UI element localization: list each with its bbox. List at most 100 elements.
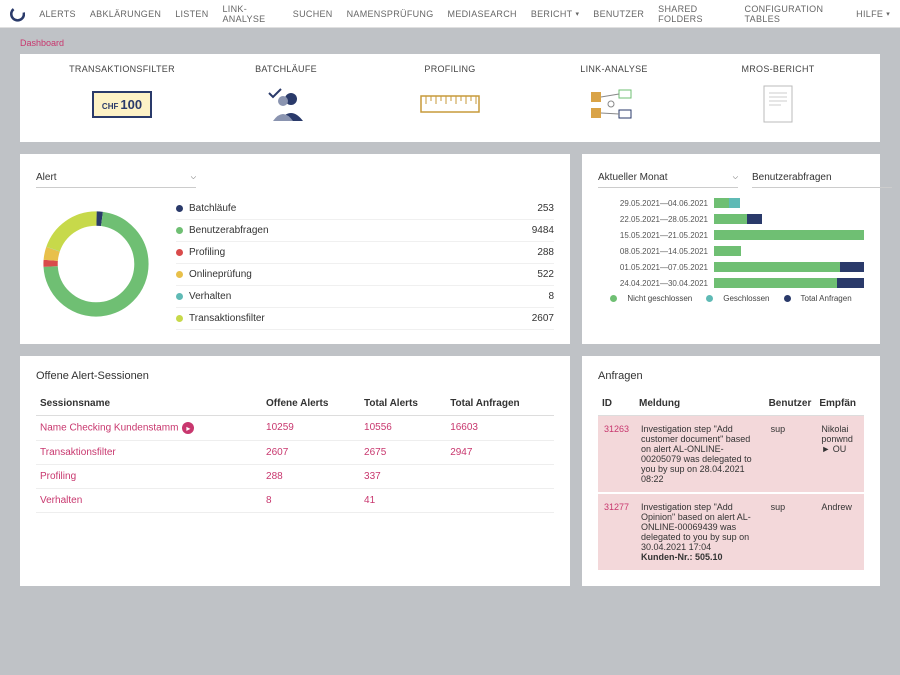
hbar-label: 01.05.2021—07.05.2021 <box>598 263 708 272</box>
nav-item[interactable]: SUCHEN <box>293 4 333 24</box>
nav-item[interactable]: SHARED FOLDERS <box>658 4 730 24</box>
session-name-link[interactable]: Verhalten <box>36 489 262 513</box>
legend-dot-icon <box>784 295 791 302</box>
tile[interactable]: MROS-BERICHT <box>703 64 853 124</box>
legend-dot-icon <box>176 205 183 212</box>
table-cell[interactable] <box>446 489 554 513</box>
tile[interactable]: LINK-ANALYSE <box>539 64 689 124</box>
anfragen-row[interactable]: 31263Investigation step "Add customer do… <box>598 416 864 494</box>
hbar-segment <box>714 278 837 288</box>
chevron-down-icon: ▾ <box>575 10 579 18</box>
diagram-icon <box>539 84 689 124</box>
nav-item[interactable]: CONFIGURATION TABLES <box>745 4 843 24</box>
legend-dot-icon <box>176 293 183 300</box>
legend-dot-icon <box>176 249 183 256</box>
nav-item[interactable]: LINK-ANALYSE <box>223 4 279 24</box>
tile-label: LINK-ANALYSE <box>539 64 689 74</box>
tile[interactable]: PROFILING <box>375 64 525 124</box>
chevron-down-icon: ⌵ <box>733 174 738 182</box>
nav-item[interactable]: ABKLÄRUNGEN <box>90 4 161 24</box>
hbar-segment <box>729 198 740 208</box>
anfragen-user: sup <box>765 416 816 494</box>
nav-item[interactable]: ALERTS <box>39 4 76 24</box>
table-cell[interactable]: 41 <box>360 489 446 513</box>
legend-label: Nicht geschlossen <box>627 294 692 303</box>
session-name-link[interactable]: Profiling <box>36 465 262 489</box>
donut-panel: Alert ⌵ Batchläufe253Benutzerabfragen948… <box>20 154 570 344</box>
hbar-segment <box>714 198 729 208</box>
table-header: Offene Alerts <box>262 392 360 416</box>
breadcrumb[interactable]: Dashboard <box>20 38 880 48</box>
legend-row: Profiling288 <box>176 242 554 264</box>
select-value: Benutzerabfragen <box>752 172 832 183</box>
main-nav: ALERTS ABKLÄRUNGEN LISTEN LINK-ANALYSE SUCHE… <box>39 4 890 24</box>
session-name-link[interactable]: Name Checking Kundenstamm▸ <box>36 416 262 441</box>
hbar-row: 08.05.2021—14.05.2021 <box>598 246 864 256</box>
nav-item[interactable]: BENUTZER <box>593 4 644 24</box>
table-row: Transaktionsfilter260726752947 <box>36 441 554 465</box>
legend-row: Benutzerabfragen9484 <box>176 220 554 242</box>
tile-label: MROS-BERICHT <box>703 64 853 74</box>
nav-item[interactable]: BERICHT▾ <box>531 4 579 24</box>
donut-chart <box>36 204 156 324</box>
hbar-segment <box>714 246 741 256</box>
hbar-track <box>714 198 864 208</box>
legend-dot-icon <box>176 227 183 234</box>
legend-label: Batchläufe <box>189 203 494 214</box>
nav-item[interactable]: HILFE▾ <box>856 4 890 24</box>
panel-title: Offene Alert-Sessionen <box>36 370 554 382</box>
sessions-panel: Offene Alert-Sessionen SessionsnameOffen… <box>20 356 570 586</box>
table-cell[interactable]: 2947 <box>446 441 554 465</box>
table-cell[interactable]: 288 <box>262 465 360 489</box>
hbar-track <box>714 230 864 240</box>
legend-value: 288 <box>494 247 554 258</box>
table-cell[interactable]: 10556 <box>360 416 446 441</box>
session-name-link[interactable]: Transaktionsfilter <box>36 441 262 465</box>
legend-label: Profiling <box>189 247 494 258</box>
alert-select[interactable]: Alert ⌵ <box>36 168 196 188</box>
anfragen-id[interactable]: 31277 <box>598 493 635 571</box>
table-cell[interactable]: 10259 <box>262 416 360 441</box>
table-header: Total Alerts <box>360 392 446 416</box>
tile[interactable]: TRANSAKTIONSFILTER CHF100 <box>47 64 197 124</box>
period-select[interactable]: Aktueller Monat ⌵ <box>598 168 738 188</box>
table-row: Name Checking Kundenstamm▸10259105561660… <box>36 416 554 441</box>
anfragen-row[interactable]: 31277Investigation step "Add Opinion" ba… <box>598 493 864 571</box>
anfragen-panel: Anfragen IDMeldungBenutzerEmpfän 31263In… <box>582 356 880 586</box>
chf-icon: CHF100 <box>47 84 197 124</box>
nav-item[interactable]: MEDIASEARCH <box>448 4 517 24</box>
hbar-row: 24.04.2021—30.04.2021 <box>598 278 864 288</box>
legend-label: Benutzerabfragen <box>189 225 494 236</box>
hbar-label: 24.04.2021—30.04.2021 <box>598 279 708 288</box>
anfragen-id[interactable]: 31263 <box>598 416 635 494</box>
table-cell[interactable]: 2675 <box>360 441 446 465</box>
legend-row: Verhalten8 <box>176 286 554 308</box>
hbar-chart: 29.05.2021—04.06.202122.05.2021—28.05.20… <box>598 198 864 288</box>
legend-dot-icon <box>610 295 617 302</box>
nav-item[interactable]: LISTEN <box>175 4 208 24</box>
legend-row: Onlineprüfung522 <box>176 264 554 286</box>
table-cell[interactable]: 2607 <box>262 441 360 465</box>
legend-label: Geschlossen <box>723 294 769 303</box>
hbar-track <box>714 262 864 272</box>
hbar-segment <box>714 214 747 224</box>
hbar-legend: Nicht geschlossen Geschlossen Total Anfrag… <box>598 294 864 303</box>
nav-item[interactable]: NAMENSPRÜFUNG <box>347 4 434 24</box>
hbar-legend-item: Total Anfragen <box>784 294 852 303</box>
table-cell[interactable]: 16603 <box>446 416 554 441</box>
tile-label: TRANSAKTIONSFILTER <box>47 64 197 74</box>
tiles-row: TRANSAKTIONSFILTER CHF100 BATCHLÄUFEPROFIL… <box>20 54 880 142</box>
chevron-down-icon: ▾ <box>886 10 890 18</box>
tile[interactable]: BATCHLÄUFE <box>211 64 361 124</box>
table-cell[interactable]: 337 <box>360 465 446 489</box>
expand-icon[interactable]: ▸ <box>182 422 194 434</box>
table-cell[interactable] <box>446 465 554 489</box>
table-header: Sessionsname <box>36 392 262 416</box>
legend-label: Onlineprüfung <box>189 269 494 280</box>
query-select[interactable]: Benutzerabfragen <box>752 168 892 188</box>
table-cell[interactable]: 8 <box>262 489 360 513</box>
ruler-icon <box>375 84 525 124</box>
people-icon <box>211 84 361 124</box>
hbar-track <box>714 246 864 256</box>
hbar-row: 22.05.2021—28.05.2021 <box>598 214 864 224</box>
